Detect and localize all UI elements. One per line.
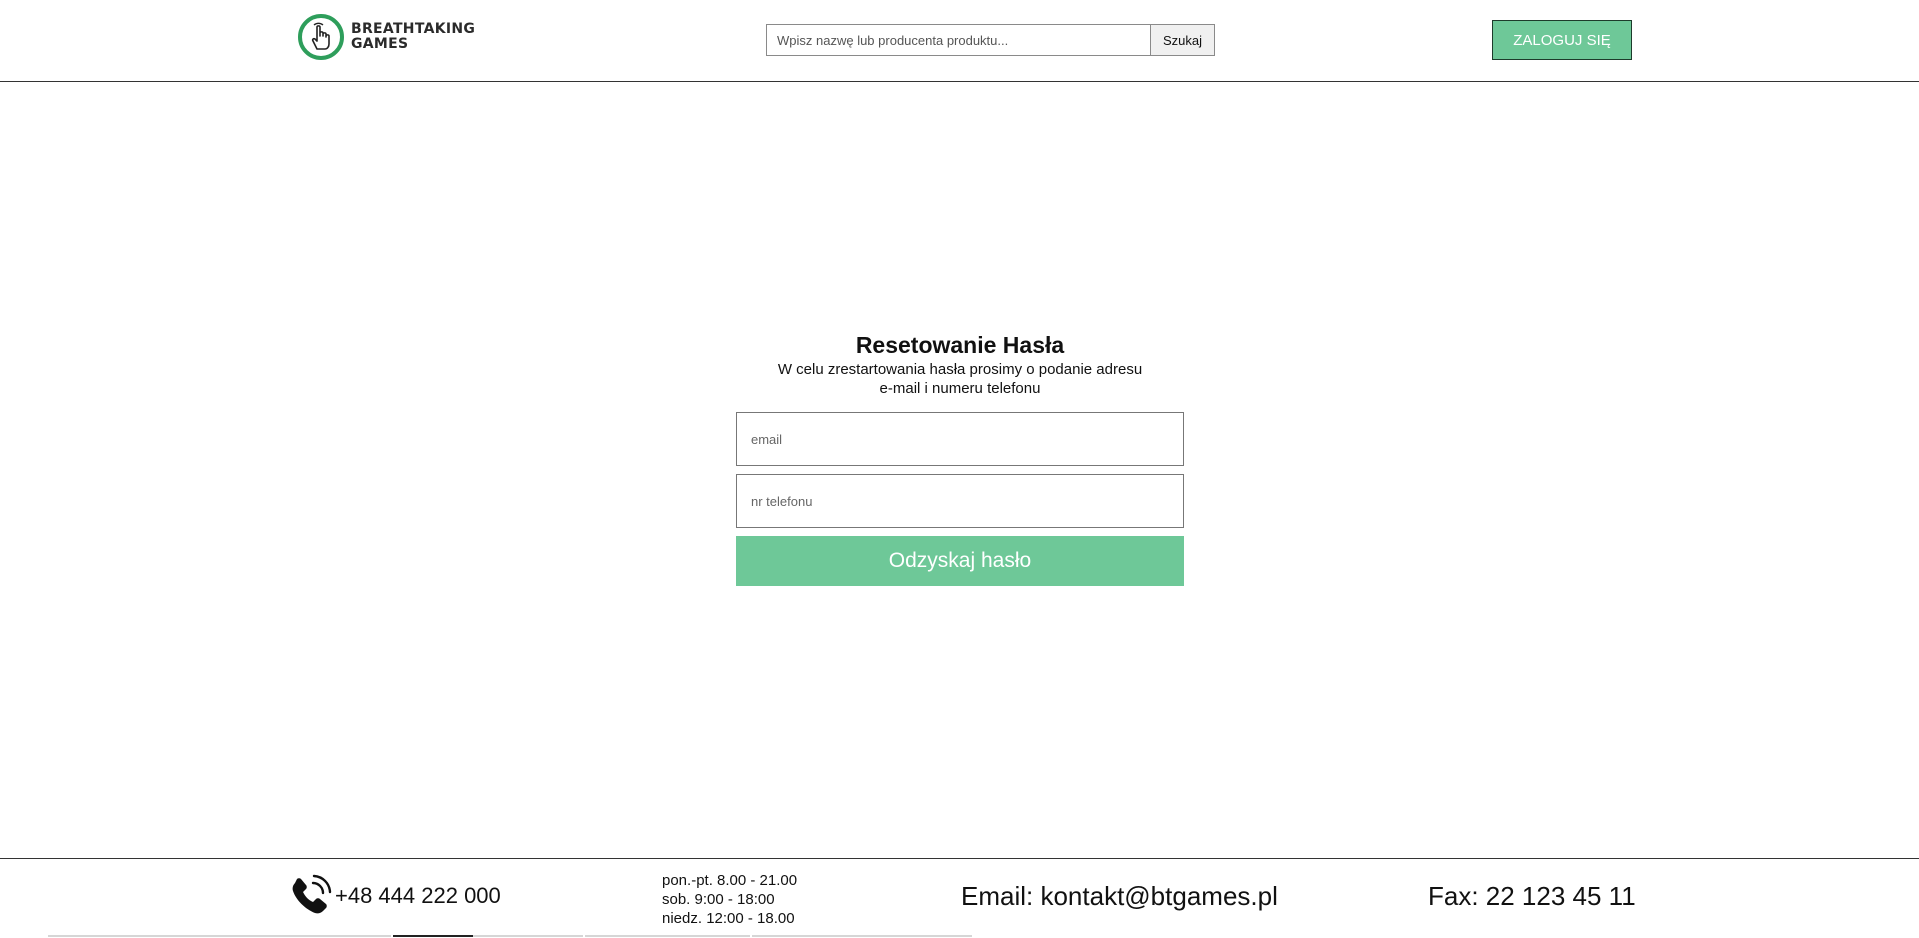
opening-hours: pon.-pt. 8.00 - 21.00 sob. 9:00 - 18:00 … [662,871,797,928]
search-form: Szukaj [766,24,1215,56]
search-input[interactable] [766,24,1150,56]
login-button[interactable]: ZALOGUJ SIĘ [1492,20,1632,60]
footer-email[interactable]: Email: kontakt@btgames.pl [961,881,1278,912]
opening-hours-sunday: niedz. 12:00 - 18.00 [662,910,795,927]
password-reset-panel: Resetowanie Hasła W celu zrestartowania … [736,330,1184,586]
site-logo[interactable]: BREATHTAKING GAMES [297,12,475,62]
phone-ringing-icon [292,874,332,914]
footer-phone-number[interactable]: +48 444 222 000 [335,883,501,909]
logo-line-1: BREATHTAKING [351,21,476,37]
email-field[interactable] [736,412,1184,466]
recover-password-button[interactable]: Odzyskaj hasło [736,536,1184,586]
footer-fax: Fax: 22 123 45 11 [1428,881,1636,911]
logo-line-2: GAMES [351,36,409,52]
reset-description-line-2: e-mail i numeru telefonu [879,380,1041,397]
reset-description: W celu zrestartowania hasła prosimy o po… [755,360,1165,398]
site-header: BREATHTAKING GAMES Szukaj ZALOGUJ SIĘ [0,0,1919,82]
hand-pointer-icon [298,14,344,60]
site-footer: +48 444 222 000 pon.-pt. 8.00 - 21.00 so… [0,858,1919,937]
opening-hours-weekdays: pon.-pt. 8.00 - 21.00 [662,872,798,889]
page-title: Resetowanie Hasła [855,332,1065,358]
footer-phone: +48 444 222 000 [287,873,501,919]
logo-wordmark: BREATHTAKING GAMES [351,22,475,52]
opening-hours-saturday: sob. 9:00 - 18:00 [662,891,775,908]
phone-field[interactable] [736,474,1184,528]
search-button[interactable]: Szukaj [1150,24,1215,56]
reset-description-line-1: W celu zrestartowania hasła prosimy o po… [777,361,1143,378]
